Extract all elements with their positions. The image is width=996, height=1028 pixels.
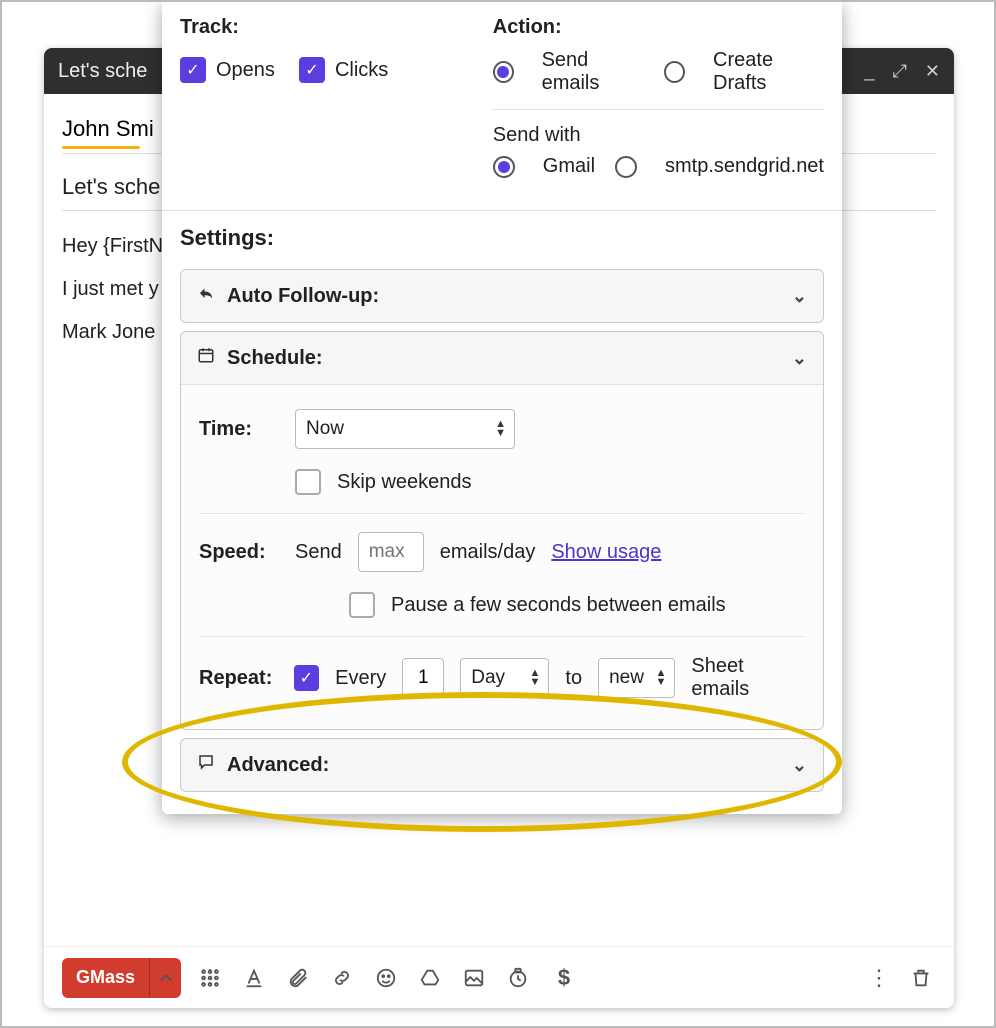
skip-weekends-checkbox[interactable] xyxy=(295,469,321,495)
track-opens-checkbox[interactable]: ✓ xyxy=(180,57,206,83)
pause-checkbox[interactable] xyxy=(349,592,375,618)
speed-max-input[interactable] xyxy=(358,532,424,572)
chevron-down-icon: ⌄ xyxy=(792,348,807,369)
action-send-radio[interactable] xyxy=(493,61,514,83)
repeat-label: Repeat: xyxy=(199,667,278,690)
chevron-down-icon: ⌄ xyxy=(792,286,807,307)
skip-weekends-label: Skip weekends xyxy=(337,471,472,494)
repeat-scope-select[interactable]: new ▲▼ xyxy=(598,658,675,698)
time-value: Now xyxy=(306,418,344,440)
image-icon[interactable] xyxy=(463,967,489,989)
track-clicks-label: Clicks xyxy=(335,59,388,82)
sendwith-label: Send with xyxy=(493,124,824,147)
advanced-section: Advanced: ⌄ xyxy=(180,738,824,792)
gmass-send-button[interactable]: GMass xyxy=(62,958,181,998)
action-drafts-radio[interactable] xyxy=(664,61,685,83)
expand-icon[interactable]: ⤢ xyxy=(893,61,907,82)
repeat-checkbox[interactable]: ✓ xyxy=(294,665,320,691)
pause-label: Pause a few seconds between emails xyxy=(391,594,726,617)
link-icon[interactable] xyxy=(331,967,357,989)
schedule-toggle[interactable]: Schedule: ⌄ xyxy=(181,332,823,384)
emoji-icon[interactable] xyxy=(375,967,401,989)
show-usage-link[interactable]: Show usage xyxy=(551,541,661,564)
comment-icon xyxy=(197,753,215,777)
select-caret-icon: ▲▼ xyxy=(530,669,541,687)
track-label: Track: xyxy=(180,16,473,39)
reply-icon xyxy=(197,284,215,308)
autofollowup-toggle[interactable]: Auto Follow-up: ⌄ xyxy=(181,270,823,322)
repeat-row: Repeat: ✓ Every Day ▲▼ to new ▲▼ Sheet e… xyxy=(199,645,805,711)
calendar-icon xyxy=(197,346,215,370)
sendwith-gmail-label: Gmail xyxy=(543,155,595,178)
repeat-unit-select[interactable]: Day ▲▼ xyxy=(460,658,549,698)
track-opens-label: Opens xyxy=(216,59,275,82)
time-label: Time: xyxy=(199,418,279,441)
gmass-dropdown-toggle[interactable] xyxy=(149,958,181,998)
repeat-unit-value: Day xyxy=(471,667,505,689)
chevron-down-icon: ⌄ xyxy=(792,755,807,776)
drive-icon[interactable] xyxy=(419,967,445,989)
settings-title: Settings: xyxy=(180,211,824,261)
repeat-to-text: to xyxy=(565,667,582,690)
gmass-button-label: GMass xyxy=(62,958,149,998)
formatting-grid-icon[interactable] xyxy=(199,967,225,989)
more-options-icon[interactable]: ⋮ xyxy=(866,965,892,991)
track-clicks-checkbox[interactable]: ✓ xyxy=(299,57,325,83)
time-select[interactable]: Now ▲▼ xyxy=(295,409,515,449)
money-icon[interactable]: $ xyxy=(551,965,577,991)
sendwith-gmail-radio[interactable] xyxy=(493,156,515,178)
schedule-section: Schedule: ⌄ Time: Now ▲▼ Skip weekends xyxy=(180,331,824,730)
font-icon[interactable] xyxy=(243,967,269,989)
repeat-suffix: Sheet emails xyxy=(691,655,805,701)
repeat-number-input[interactable] xyxy=(402,658,444,698)
action-drafts-label: Create Drafts xyxy=(713,49,824,95)
sendwith-smtp-label: smtp.sendgrid.net xyxy=(665,155,824,178)
advanced-title: Advanced: xyxy=(227,754,329,777)
confidential-icon[interactable] xyxy=(507,967,533,989)
divider xyxy=(199,513,805,514)
attachment-icon[interactable] xyxy=(287,967,313,989)
action-send-label: Send emails xyxy=(542,49,645,95)
advanced-toggle[interactable]: Advanced: ⌄ xyxy=(181,739,823,791)
minimize-icon[interactable]: _ xyxy=(864,61,874,82)
speed-label: Speed: xyxy=(199,541,279,564)
autofollowup-title: Auto Follow-up: xyxy=(227,285,379,308)
trash-icon[interactable] xyxy=(910,967,936,989)
spellcheck-underline xyxy=(62,146,140,149)
compose-title: Let's sche xyxy=(58,60,147,83)
schedule-title: Schedule: xyxy=(227,347,323,370)
divider xyxy=(199,636,805,637)
autofollowup-section: Auto Follow-up: ⌄ xyxy=(180,269,824,323)
close-icon[interactable]: ✕ xyxy=(925,61,940,82)
repeat-every-text: Every xyxy=(335,667,386,690)
action-label: Action: xyxy=(493,16,824,39)
compose-toolbar: GMass xyxy=(44,946,954,1008)
repeat-scope-value: new xyxy=(609,667,644,689)
divider xyxy=(493,109,824,110)
select-caret-icon: ▲▼ xyxy=(495,420,506,438)
speed-suffix: emails/day xyxy=(440,541,536,564)
select-caret-icon: ▲▼ xyxy=(656,669,667,687)
sendwith-smtp-radio[interactable] xyxy=(615,156,637,178)
gmass-settings-panel: Track: ✓ Opens ✓ Clicks Action: Send e xyxy=(162,2,842,814)
speed-send-text: Send xyxy=(295,541,342,564)
